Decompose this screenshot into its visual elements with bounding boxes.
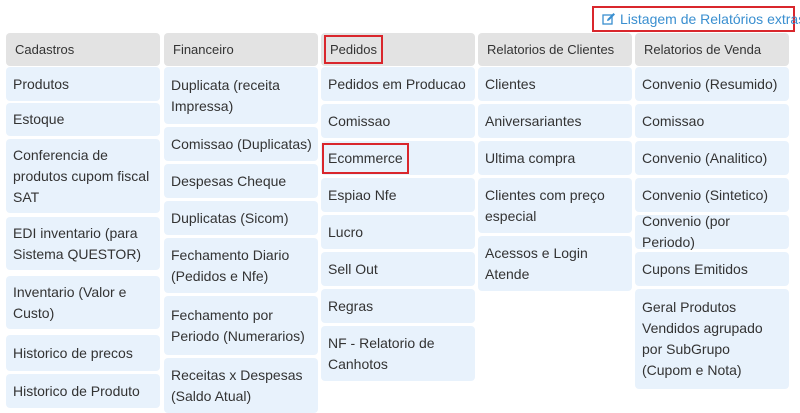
report-item[interactable]: Clientes com preço especial	[478, 178, 632, 233]
reports-menu: Cadastros Produtos Estoque Conferencia d…	[0, 33, 800, 413]
report-item[interactable]: Espiao Nfe	[321, 178, 475, 212]
report-item[interactable]: Fechamento por Periodo (Numerarios)	[164, 296, 318, 355]
report-item[interactable]: Cupons Emitidos	[635, 252, 789, 286]
extras-link-label: Listagem de Relatórios extras	[620, 11, 800, 27]
column-header: Relatorios de Venda	[635, 33, 789, 66]
edit-icon	[602, 12, 616, 26]
report-item[interactable]: Sell Out	[321, 252, 475, 286]
report-item[interactable]: Receitas x Despesas (Saldo Atual)	[164, 358, 318, 413]
report-item[interactable]: Fechamento Diario (Pedidos e Nfe)	[164, 238, 318, 293]
report-item[interactable]: Pedidos em Producao	[321, 67, 475, 101]
report-item[interactable]: Comissao (Duplicatas)	[164, 127, 318, 161]
report-item[interactable]: Historico de precos	[6, 335, 160, 371]
report-item-ecommerce[interactable]: Ecommerce	[321, 141, 475, 175]
report-item[interactable]: Convenio (Sintetico)	[635, 178, 789, 212]
report-item[interactable]: Duplicatas (Sicom)	[164, 201, 318, 235]
column-header: Pedidos	[321, 33, 475, 66]
report-item[interactable]: Regras	[321, 289, 475, 323]
report-item[interactable]: EDI inventario (para Sistema QUESTOR)	[6, 217, 160, 270]
report-item[interactable]: Convenio (por Periodo)	[635, 213, 789, 250]
report-item[interactable]: Geral Produtos Vendidos agrupado por Sub…	[635, 289, 789, 389]
report-item[interactable]: Clientes	[478, 67, 632, 101]
report-item[interactable]: Estoque	[6, 103, 160, 136]
report-item[interactable]: Duplicata (receita Impressa)	[164, 67, 318, 124]
report-item[interactable]: Comissao	[321, 104, 475, 138]
report-item[interactable]: Convenio (Resumido)	[635, 67, 789, 101]
report-item[interactable]: Historico de Produto	[6, 374, 160, 408]
column-header: Financeiro	[164, 33, 318, 66]
report-item[interactable]: Aniversariantes	[478, 104, 632, 138]
report-item[interactable]: Convenio (Analitico)	[635, 141, 789, 175]
report-item[interactable]: Despesas Cheque	[164, 164, 318, 198]
report-item[interactable]: Ultima compra	[478, 141, 632, 175]
report-item[interactable]: Comissao	[635, 104, 789, 138]
extras-reports-link[interactable]: Listagem de Relatórios extras	[592, 6, 800, 32]
column-header: Cadastros	[6, 33, 160, 66]
report-item[interactable]: NF - Relatorio de Canhotos	[321, 326, 475, 381]
report-item[interactable]: Acessos e Login Atende	[478, 236, 632, 291]
report-item[interactable]: Inventario (Valor e Custo)	[6, 276, 160, 329]
column-header: Relatorios de Clientes	[478, 33, 632, 66]
report-item[interactable]: Conferencia de produtos cupom fiscal SAT	[6, 139, 160, 213]
report-item[interactable]: Produtos	[6, 67, 160, 101]
report-item[interactable]: Lucro	[321, 215, 475, 249]
